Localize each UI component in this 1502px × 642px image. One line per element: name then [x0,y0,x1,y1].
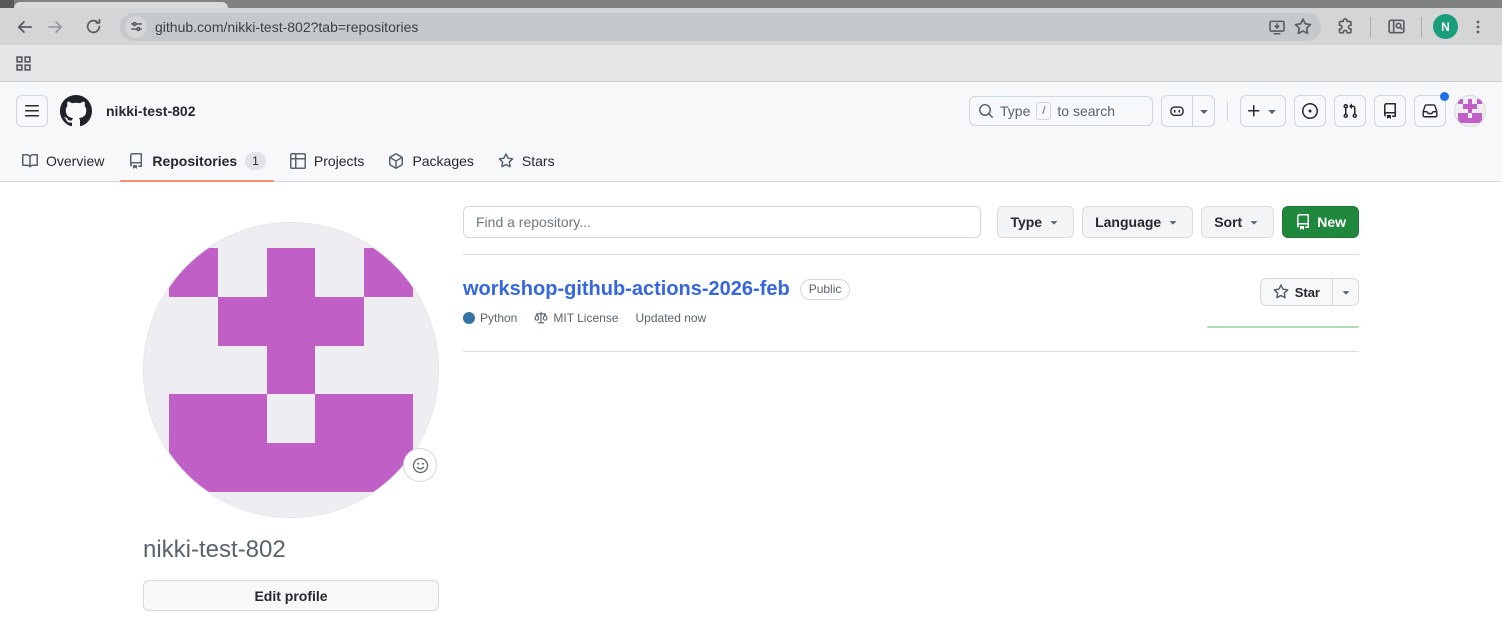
star-icon [1273,284,1289,300]
star-button-group: Star [1260,278,1359,306]
issue-opened-icon [1302,103,1318,119]
chevron-down-icon [1339,285,1353,299]
copilot-icon[interactable] [1161,95,1193,127]
divider [1421,17,1422,37]
repo-info: workshop-github-actions-2026-feb Public … [463,278,850,328]
inbox-button[interactable] [1414,95,1446,127]
profile-avatar [143,222,439,518]
inbox-icon [1422,103,1438,119]
repo-actions: Star [1204,278,1359,328]
extensions-icon[interactable] [1331,13,1359,41]
set-status-button[interactable] [403,448,437,482]
repositories-panel: Type Language Sort New [463,206,1359,611]
divider [1227,101,1228,121]
content-container: nikki-test-802 Edit profile Type Languag… [143,182,1359,611]
star-button[interactable]: Star [1260,278,1333,306]
back-icon[interactable] [10,12,40,42]
star-dropdown-caret[interactable] [1332,278,1359,306]
repo-updated: Updated now [636,311,707,325]
tab-overview[interactable]: Overview [14,140,112,181]
package-icon [388,153,404,169]
github-header: nikki-test-802 Type / to search [0,82,1502,140]
tab-projects[interactable]: Projects [282,140,373,181]
tab-stars[interactable]: Stars [490,140,563,181]
star-icon [498,153,514,169]
browser-profile-avatar[interactable]: N [1433,14,1458,39]
install-app-icon[interactable] [1264,14,1290,40]
language-filter-button[interactable]: Language [1082,206,1193,238]
chevron-down-icon [1264,103,1280,119]
profile-username: nikki-test-802 [143,536,439,564]
copilot-dropdown-caret[interactable] [1193,95,1215,127]
browser-toolbar: github.com/nikki-test-802?tab=repositori… [0,8,1502,45]
chevron-down-icon [1047,215,1061,229]
profile-avatar-image[interactable] [143,222,439,518]
language-dot [463,312,475,324]
browser-tab-strip [0,0,1502,8]
repo-license: MIT License [534,311,618,325]
forward-icon[interactable] [40,12,70,42]
toolbar-right: N [1331,13,1492,41]
chevron-down-icon [1247,215,1261,229]
create-new-button[interactable] [1240,95,1286,127]
browser-menu-icon[interactable] [1464,13,1492,41]
plus-icon [1246,103,1262,119]
active-browser-tab[interactable] [14,2,228,8]
avatar-identicon [144,223,438,517]
issues-button[interactable] [1294,95,1326,127]
avatar-identicon [1455,96,1485,126]
user-avatar[interactable] [1454,95,1486,127]
apps-grid-icon[interactable] [9,49,37,77]
repo-count-badge: 1 [245,152,266,170]
smiley-icon [412,457,429,474]
github-logo-icon[interactable] [60,95,92,127]
page-title-username: nikki-test-802 [106,103,195,119]
hamburger-menu-button[interactable] [16,95,48,127]
copilot-button [1161,95,1215,127]
url-text[interactable]: github.com/nikki-test-802?tab=repositori… [155,19,418,35]
repo-icon [1382,103,1398,119]
notification-dot [1440,92,1449,101]
repo-icon [1295,214,1311,230]
profile-nav: Overview Repositories 1 Projects Package… [0,140,1502,182]
repositories-button[interactable] [1374,95,1406,127]
bookmark-star-icon[interactable] [1290,14,1316,40]
repo-icon [128,153,144,169]
reload-icon[interactable] [78,12,108,42]
screen: github.com/nikki-test-802?tab=repositori… [0,0,1502,642]
repo-filter-bar: Type Language Sort New [463,206,1359,238]
book-icon [22,153,38,169]
repo-title-row: workshop-github-actions-2026-feb Public [463,278,850,301]
divider [1370,17,1371,37]
search-input[interactable]: Type / to search [969,96,1153,126]
sort-filter-button[interactable]: Sort [1201,206,1274,238]
activity-sparkline [1207,326,1359,328]
repo-language: Python [463,311,517,325]
header-actions: Type / to search [969,95,1486,127]
git-pull-request-icon [1342,103,1358,119]
search-icon [978,103,994,119]
tab-repositories[interactable]: Repositories 1 [120,140,274,181]
tab-packages[interactable]: Packages [380,140,481,181]
law-icon [534,311,548,325]
type-filter-button[interactable]: Type [997,206,1074,238]
pull-requests-button[interactable] [1334,95,1366,127]
new-repository-button[interactable]: New [1282,206,1359,238]
url-bar[interactable]: github.com/nikki-test-802?tab=repositori… [120,13,1321,41]
table-icon [290,153,306,169]
slash-key-hint: / [1036,102,1051,120]
profile-sidebar: nikki-test-802 Edit profile [143,206,439,611]
edit-profile-button[interactable]: Edit profile [143,580,439,611]
repo-name-link[interactable]: workshop-github-actions-2026-feb [463,278,790,301]
side-panel-search-icon[interactable] [1382,13,1410,41]
visibility-badge: Public [800,279,851,300]
chevron-down-icon [1166,215,1180,229]
find-repository-input[interactable] [463,206,981,238]
tab-strip-corner [0,0,14,8]
site-settings-icon[interactable] [125,16,147,38]
repo-list-item: workshop-github-actions-2026-feb Public … [463,255,1359,352]
bookmarks-bar [0,45,1502,82]
repo-meta: Python MIT License Updated now [463,311,850,325]
